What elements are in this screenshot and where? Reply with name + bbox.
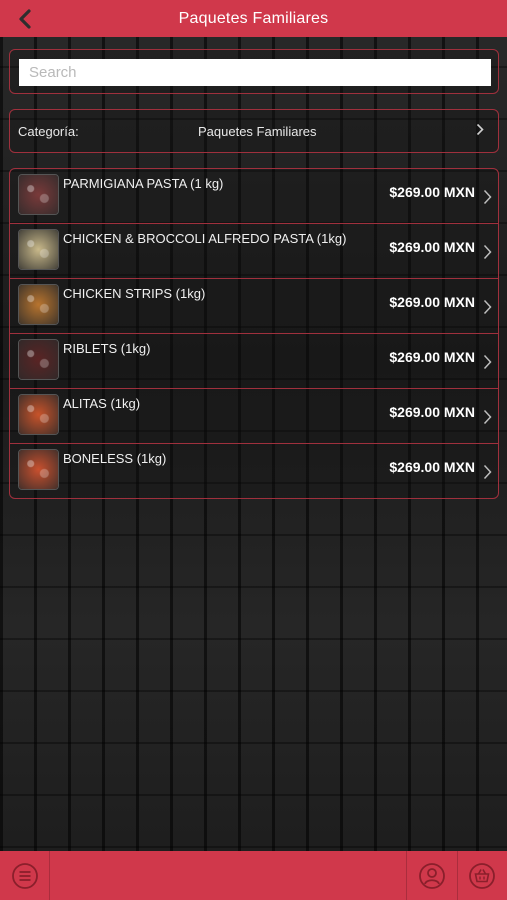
category-label: Categoría:: [18, 124, 79, 139]
product-name: CHICKEN STRIPS (1kg): [63, 286, 206, 301]
chevron-right-icon: [476, 123, 484, 136]
product-name: RIBLETS (1kg): [63, 341, 151, 356]
product-thumbnail: [18, 449, 59, 490]
product-thumbnail: [18, 284, 59, 325]
product-row[interactable]: PARMIGIANA PASTA (1 kg) $269.00 MXN: [10, 169, 498, 224]
chevron-right-icon: [483, 299, 492, 315]
chevron-right-icon: [483, 354, 492, 370]
product-image: [19, 340, 58, 379]
product-row[interactable]: CHICKEN STRIPS (1kg) $269.00 MXN: [10, 279, 498, 334]
product-image: [19, 395, 58, 434]
back-button[interactable]: [12, 6, 38, 32]
chevron-right-icon: [483, 189, 492, 205]
product-price: $269.00 MXN: [389, 404, 475, 420]
product-thumbnail: [18, 394, 59, 435]
chevron-left-icon: [19, 9, 31, 29]
search-input[interactable]: [19, 59, 491, 86]
page-title: Paquetes Familiares: [178, 9, 329, 27]
search-container: [9, 49, 499, 94]
product-name: CHICKEN & BROCCOLI ALFREDO PASTA (1kg): [63, 231, 347, 246]
menu-icon: [12, 863, 38, 889]
chevron-right-icon: [483, 464, 492, 480]
product-list: PARMIGIANA PASTA (1 kg) $269.00 MXN CHICKE…: [9, 168, 499, 499]
cart-button[interactable]: [467, 861, 497, 891]
product-price: $269.00 MXN: [389, 239, 475, 255]
product-name: ALITAS (1kg): [63, 396, 141, 411]
product-thumbnail: [18, 339, 59, 380]
product-image: [19, 230, 58, 269]
nav-divider: [49, 851, 50, 900]
chevron-right-icon: [483, 244, 492, 260]
product-price: $269.00 MXN: [389, 294, 475, 310]
product-row[interactable]: RIBLETS (1kg) $269.00 MXN: [10, 334, 498, 389]
product-price: $269.00 MXN: [389, 184, 475, 200]
nav-divider: [406, 851, 407, 900]
product-image: [19, 450, 58, 489]
product-row[interactable]: BONELESS (1kg) $269.00 MXN: [10, 444, 498, 498]
product-row[interactable]: ALITAS (1kg) $269.00 MXN: [10, 389, 498, 444]
product-name: PARMIGIANA PASTA (1 kg): [63, 176, 224, 191]
product-image: [19, 285, 58, 324]
product-price: $269.00 MXN: [389, 349, 475, 365]
product-thumbnail: [18, 174, 59, 215]
product-thumbnail: [18, 229, 59, 270]
basket-icon: [469, 863, 495, 889]
profile-button[interactable]: [417, 861, 447, 891]
bottom-nav-bar: [0, 851, 507, 900]
nav-divider: [457, 851, 458, 900]
chevron-right-icon: [483, 409, 492, 425]
user-icon: [419, 863, 445, 889]
menu-button[interactable]: [10, 861, 40, 891]
product-name: BONELESS (1kg): [63, 451, 167, 466]
product-price: $269.00 MXN: [389, 459, 475, 475]
category-value: Paquetes Familiares: [198, 124, 317, 139]
product-image: [19, 175, 58, 214]
product-row[interactable]: CHICKEN & BROCCOLI ALFREDO PASTA (1kg) $2…: [10, 224, 498, 279]
top-bar: Paquetes Familiares: [0, 0, 507, 37]
category-selector[interactable]: Categoría: Paquetes Familiares: [9, 109, 499, 153]
